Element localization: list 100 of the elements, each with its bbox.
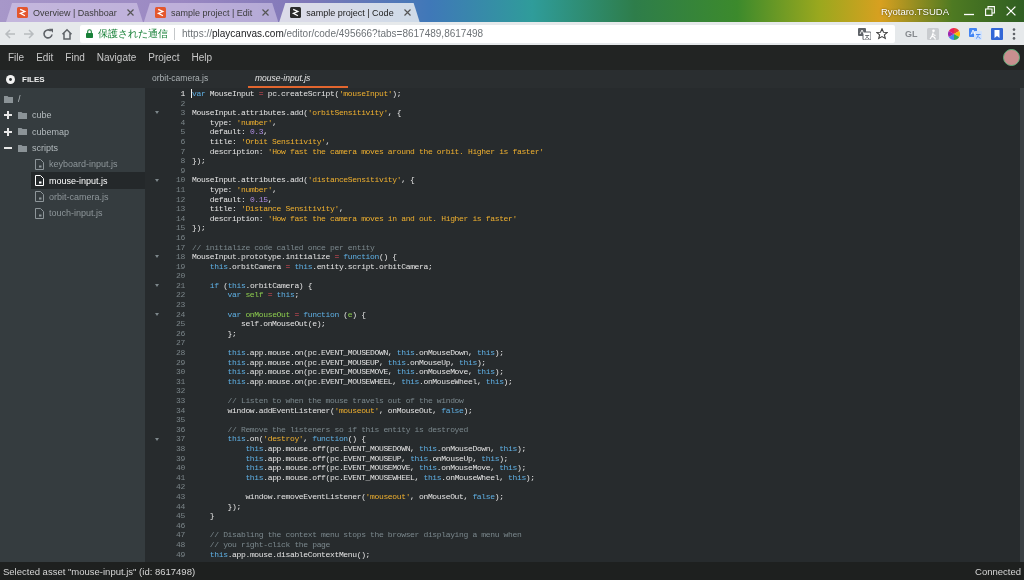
line-number: 10	[175, 175, 185, 185]
address-field[interactable]: 保護された通信 https://playcanvas.com/editor/code/495666?tabs=8617489,8617498	[80, 24, 895, 43]
code-line: if (this.orbitCamera) {	[208, 280, 313, 291]
reload-icon[interactable]	[42, 27, 54, 40]
code-line: };	[226, 328, 237, 339]
code-line: type: 'number',	[208, 184, 277, 195]
file-icon	[35, 191, 44, 203]
person-tile-icon[interactable]	[926, 27, 939, 40]
fold-arrow-icon[interactable]	[155, 284, 159, 288]
code-line: this.app.mouse.on(pc.EVENT_MOUSEMOVE, this.onMouseMove, this);	[226, 367, 504, 377]
sidebar-title: FILES	[22, 74, 45, 84]
color-wheel-icon[interactable]	[947, 27, 960, 40]
code-line: MouseInput.attributes.add('orbitSensitivity', {	[191, 108, 402, 118]
code-line: this.orbitCamera = this.entity.script.orbitCamera;	[208, 261, 433, 272]
browser-tab[interactable]: Overview | Dashboar	[6, 3, 143, 22]
code-line: title: 'Orbit Sensitivity',	[208, 136, 330, 147]
line-number: 32	[175, 386, 185, 396]
editor-tab[interactable]: orbit-camera.js	[145, 70, 245, 88]
code-line: window.removeEventListener('mouseout', onMouseOut, false);	[244, 491, 504, 502]
line-number: 40	[175, 463, 185, 473]
line-number: 21	[175, 280, 185, 291]
line-number: 35	[175, 415, 185, 425]
lock-icon	[86, 29, 93, 38]
line-number: 15	[175, 223, 185, 233]
tree-item[interactable]: mouse-input.js	[31, 172, 145, 189]
menu-item[interactable]: File	[8, 52, 25, 63]
kebab-menu-icon[interactable]	[1011, 27, 1016, 40]
bookmark-icon[interactable]	[990, 27, 1003, 40]
restore-icon[interactable]	[985, 6, 995, 16]
tree-item[interactable]: cubemap	[0, 123, 145, 140]
connection-status: Connected	[975, 565, 1021, 577]
tree-item[interactable]: touch-input.js	[31, 205, 145, 222]
line-number: 13	[175, 204, 185, 214]
browser-tab[interactable]: sample project | Code	[279, 3, 420, 22]
code-line: this.app.mouse.off(pc.EVENT_MOUSEDOWN, this.onMouseDown, this);	[244, 443, 526, 454]
menu-item[interactable]: Project	[148, 52, 180, 63]
menu-item[interactable]: Edit	[36, 52, 54, 63]
line-number: 49	[175, 549, 185, 560]
file-icon	[35, 175, 44, 187]
code-line: });	[226, 501, 241, 512]
profile-name[interactable]: Ryotaro.TSUDA	[880, 5, 949, 17]
plus-icon[interactable]	[4, 111, 12, 120]
plus-icon[interactable]	[4, 127, 12, 136]
tree-item[interactable]: keyboard-input.js	[31, 156, 145, 173]
line-number: 19	[175, 261, 185, 272]
code-line: default: 0.3,	[208, 127, 268, 137]
code-line: var self = this;	[226, 290, 299, 301]
line-number: 39	[175, 453, 185, 464]
code-editor[interactable]	[145, 88, 1024, 562]
line-number: 9	[179, 165, 185, 176]
menu-item[interactable]: Navigate	[96, 52, 137, 63]
line-number: 3	[179, 108, 185, 118]
fold-arrow-icon[interactable]	[155, 111, 159, 115]
fold-arrow-icon[interactable]	[155, 312, 159, 316]
line-number: 6	[179, 136, 185, 147]
line-number: 24	[175, 309, 185, 320]
line-number: 26	[175, 328, 185, 339]
code-line: this.app.mouse.off(pc.EVENT_MOUSEWHEEL, this.onMouseWheel, this);	[244, 472, 535, 483]
code-line: type: 'number',	[208, 117, 277, 128]
file-icon	[35, 207, 44, 219]
code-line: description: 'How fast the camera moves around the orbit. Higher is faster'	[208, 146, 544, 157]
menu-item[interactable]: Help	[191, 52, 212, 63]
tree-item[interactable]: scripts	[0, 139, 145, 157]
close-icon[interactable]	[126, 9, 134, 16]
fold-arrow-icon[interactable]	[155, 178, 159, 182]
line-number: 18	[175, 252, 185, 262]
line-number: 31	[175, 376, 185, 387]
tree-item[interactable]: /	[0, 91, 145, 108]
code-line: window.addEventListener('mouseout', onMouseOut, false);	[226, 405, 473, 416]
menu-item[interactable]: Find	[65, 52, 85, 63]
code-line: MouseInput.prototype.initialize = function() {	[191, 252, 397, 262]
line-number: 16	[175, 232, 185, 243]
line-number: 34	[175, 405, 185, 416]
code-line: title: 'Distance Sensitivity',	[208, 204, 344, 214]
code-line: }	[208, 511, 215, 521]
fold-arrow-icon[interactable]	[155, 437, 159, 441]
translate-icon[interactable]	[968, 27, 982, 40]
fold-arrow-icon[interactable]	[155, 255, 159, 259]
line-number: 47	[175, 530, 185, 540]
close-icon[interactable]	[403, 9, 411, 16]
close-icon[interactable]	[262, 9, 270, 16]
tree-item[interactable]: cube	[0, 107, 145, 124]
user-avatar[interactable]	[1003, 49, 1020, 66]
code-line: this.app.mouse.off(pc.EVENT_MOUSEUP, this.onMouseUp, this);	[244, 453, 509, 464]
dot-circle-icon[interactable]	[6, 74, 15, 84]
tree-item[interactable]: orbit-camera.js	[31, 188, 145, 206]
line-number: 36	[175, 424, 185, 435]
line-number: 7	[179, 146, 185, 157]
line-number: 42	[175, 482, 185, 492]
star-icon[interactable]	[876, 27, 888, 40]
line-number: 2	[179, 98, 185, 109]
browser-tab[interactable]: sample project | Edit	[143, 3, 279, 22]
home-icon[interactable]	[61, 27, 73, 40]
line-number: 17	[175, 242, 185, 253]
code-line: self.onMouseOut(e);	[239, 319, 326, 329]
file-icon	[35, 158, 44, 170]
line-number: 20	[175, 271, 185, 281]
translate-icon[interactable]	[858, 27, 871, 40]
line-number: 33	[175, 396, 185, 406]
line-number: 11	[175, 184, 185, 195]
